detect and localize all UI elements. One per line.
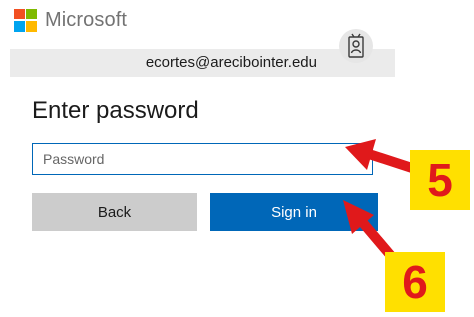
microsoft-logo: Microsoft — [14, 7, 127, 33]
badge-icon — [339, 29, 373, 63]
microsoft-logo-icon — [14, 8, 37, 32]
account-email: ecortes@arecibointer.edu — [145, 54, 317, 71]
step-6-callout: 6 — [385, 252, 445, 312]
back-button[interactable]: Back — [32, 193, 197, 231]
sign-in-button[interactable]: Sign in — [210, 193, 378, 231]
identity-banner[interactable]: ecortes@arecibointer.edu — [10, 49, 395, 77]
page-title: Enter password — [32, 97, 199, 124]
brand-name: Microsoft — [45, 8, 128, 31]
password-input[interactable] — [32, 143, 373, 175]
step-5-callout: 5 — [410, 150, 470, 210]
